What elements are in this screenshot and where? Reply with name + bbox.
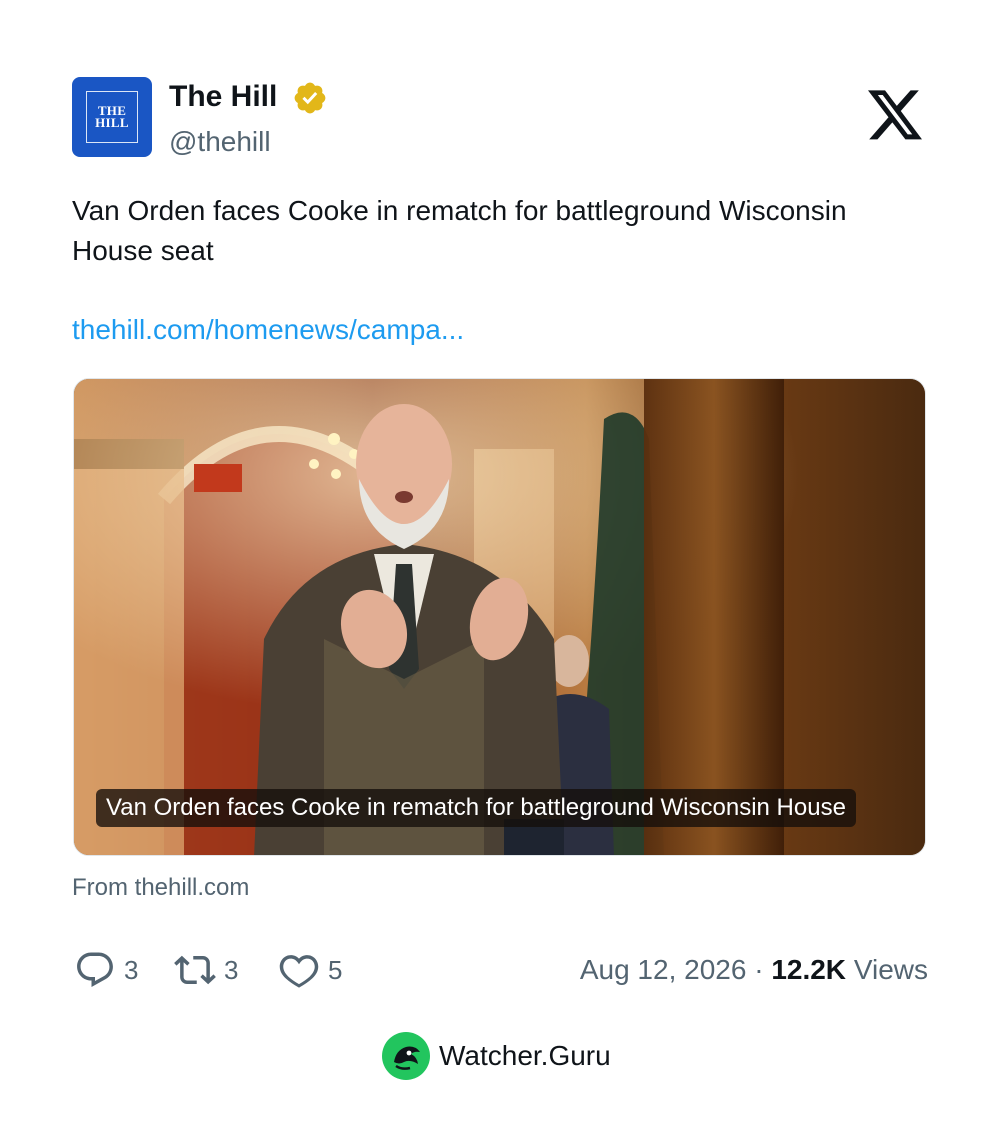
views-count: 12.2K (771, 954, 847, 985)
media-caption: Van Orden faces Cooke in rematch for bat… (96, 789, 856, 827)
x-logo-icon[interactable] (868, 90, 924, 142)
views-label: Views (853, 954, 928, 985)
footer-brand[interactable]: Watcher.Guru (382, 1032, 611, 1080)
like-button[interactable]: 5 (278, 948, 342, 992)
watcher-guru-logo-icon (382, 1032, 430, 1080)
media-source[interactable]: From thehill.com (72, 872, 249, 904)
avatar-logo: THE HILL (86, 91, 138, 143)
tweet-meta: Aug 12, 2026 · 12.2K Views (580, 950, 928, 990)
media-photo (74, 379, 925, 855)
heart-icon (279, 955, 319, 988)
reply-count: 3 (124, 954, 139, 985)
meta-separator: · (754, 954, 764, 985)
repost-icon (174, 955, 216, 985)
reply-icon (77, 952, 113, 987)
author-handle[interactable]: @thehill (169, 124, 271, 160)
author-display-name[interactable]: The Hill (169, 78, 277, 116)
avatar-text-line2: HILL (95, 115, 129, 130)
repost-count: 3 (224, 954, 239, 985)
tweet-text: Van Orden faces Cooke in rematch for bat… (72, 195, 847, 266)
verified-badge-icon (294, 82, 326, 114)
repost-button[interactable]: 3 (174, 948, 238, 992)
like-count: 5 (328, 954, 343, 985)
author-avatar[interactable]: THE HILL (72, 77, 152, 157)
media-card[interactable]: Van Orden faces Cooke in rematch for bat… (73, 378, 926, 856)
tweet-date[interactable]: Aug 12, 2026 (580, 954, 747, 985)
tweet-card: THE HILL The Hill @thehill Van Orden fac… (0, 0, 1000, 1148)
reply-button[interactable]: 3 (74, 948, 138, 992)
brand-name: Watcher.Guru (439, 1040, 611, 1071)
tweet-link[interactable]: thehill.com/homenews/campa... (72, 310, 464, 350)
